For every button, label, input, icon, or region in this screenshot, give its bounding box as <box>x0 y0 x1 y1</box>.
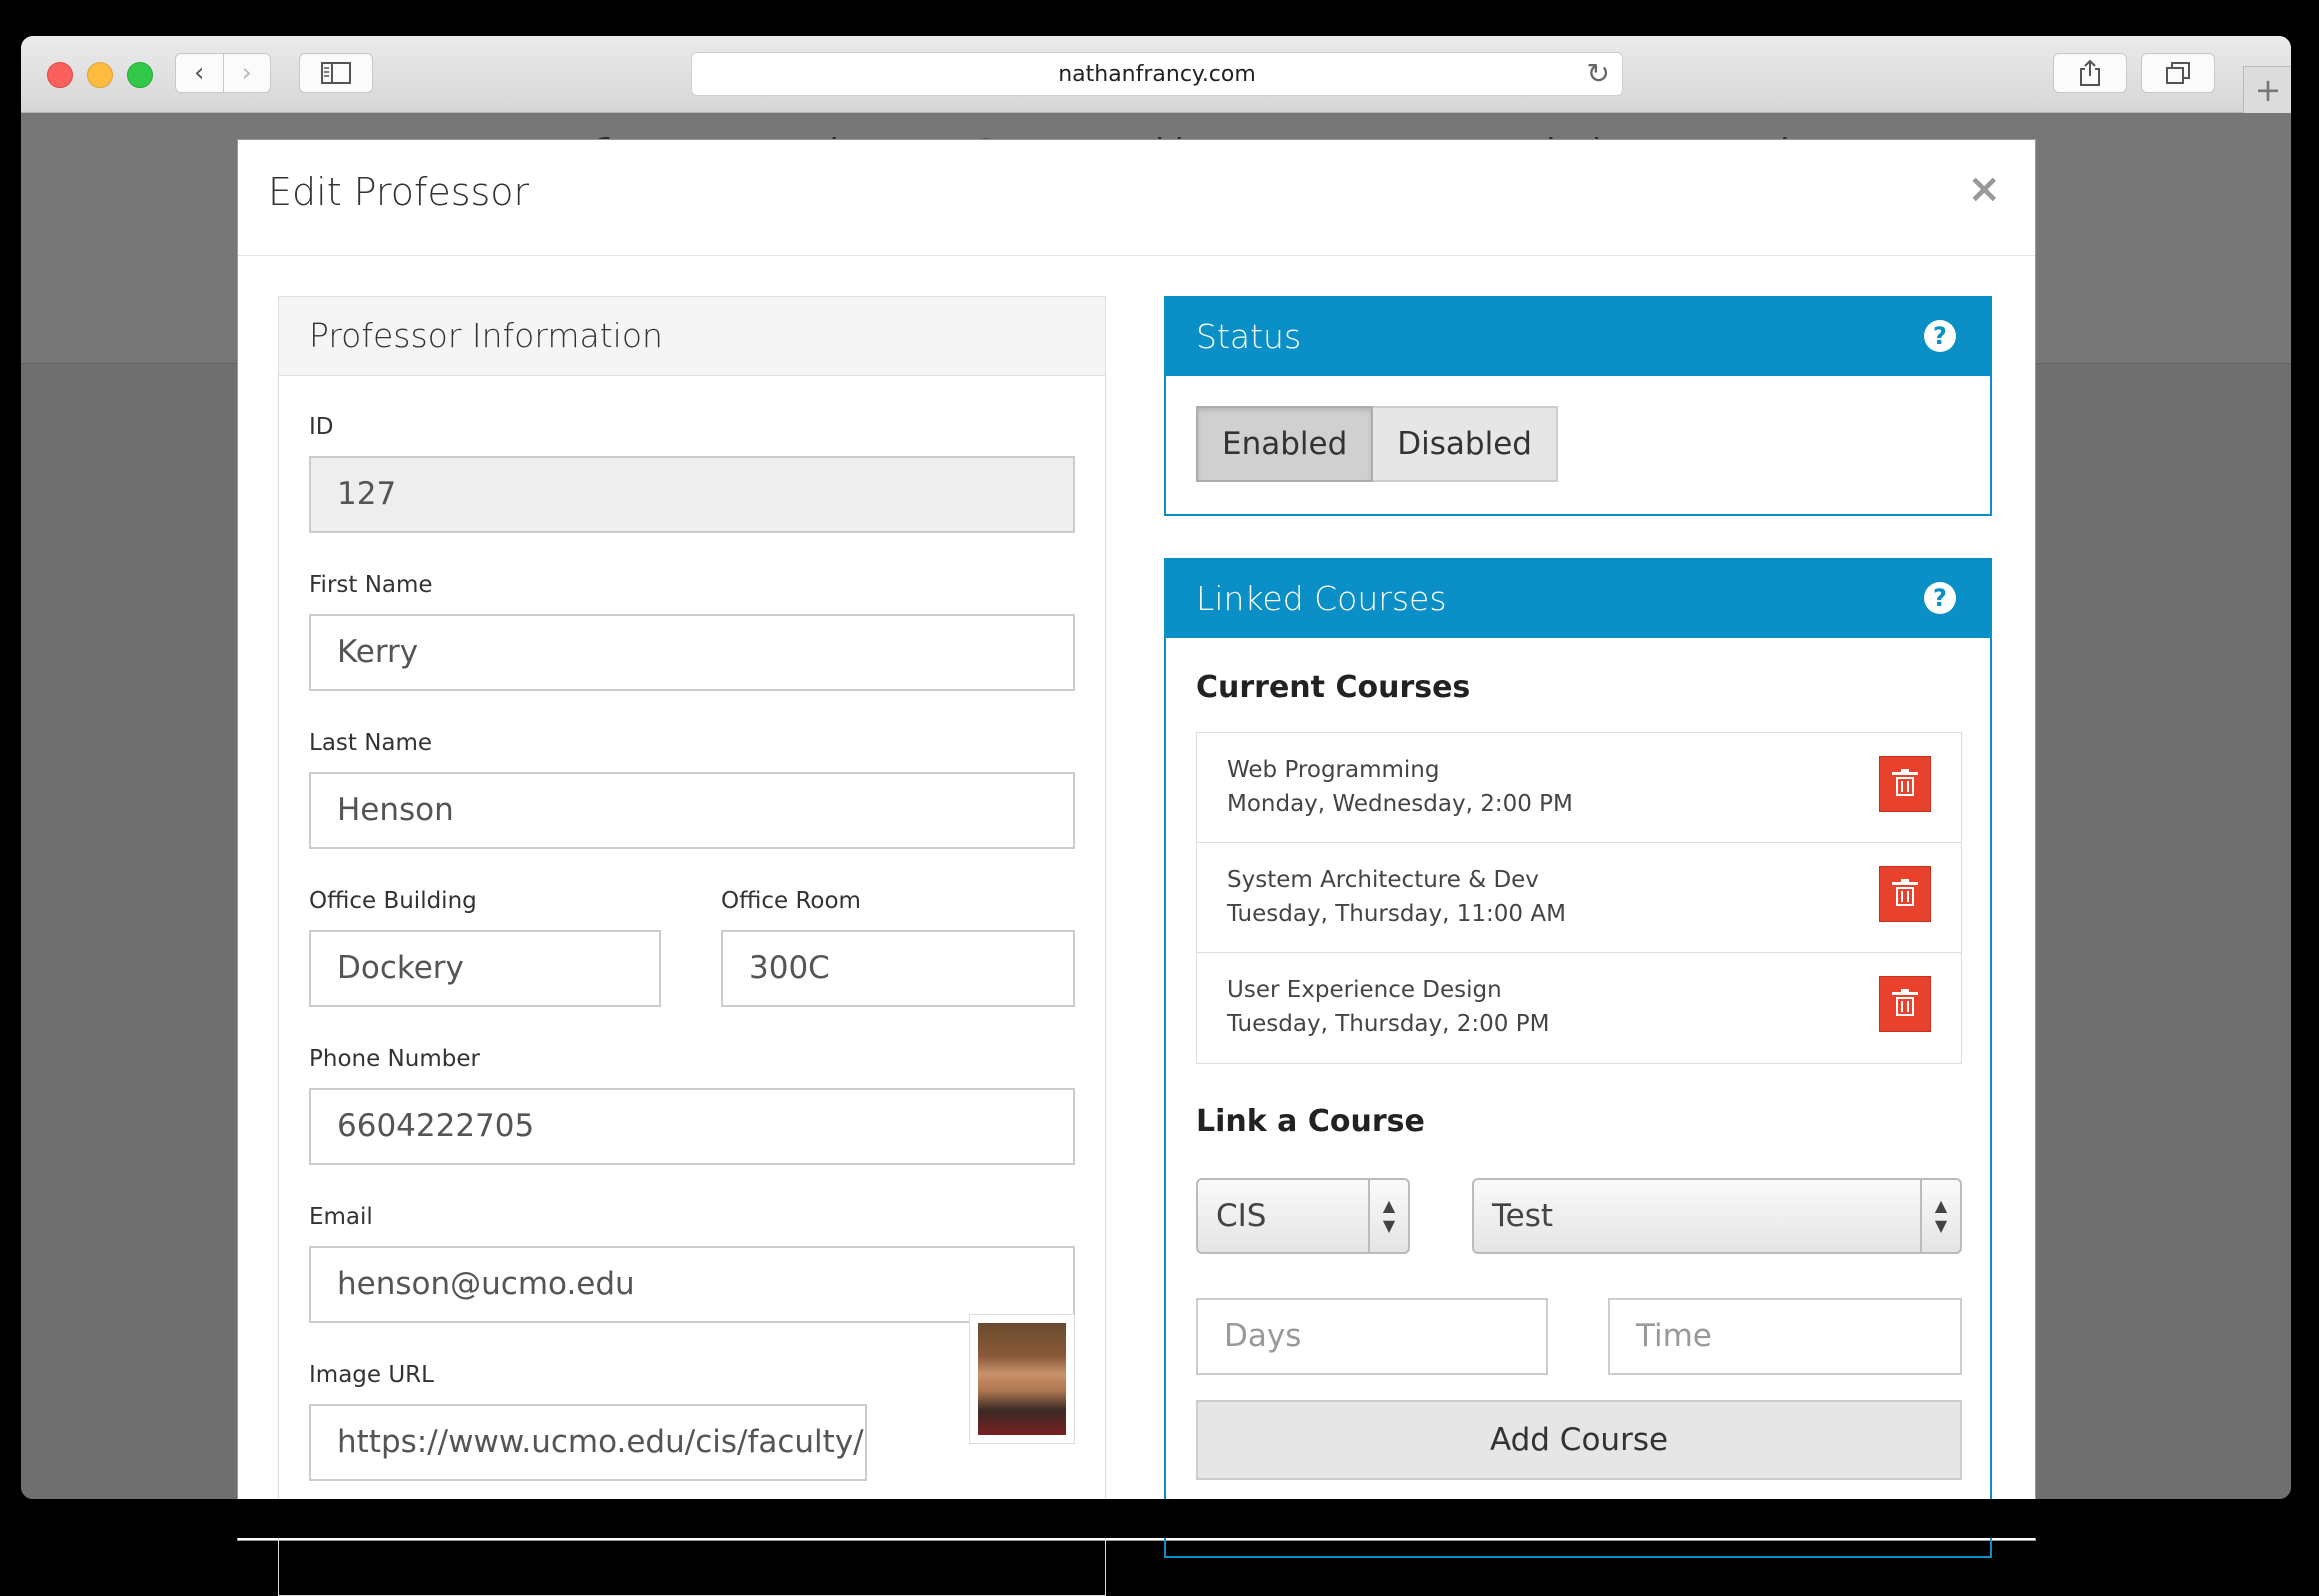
last-name-label: Last Name <box>309 730 433 756</box>
reload-icon[interactable]: ↻ <box>1587 57 1610 90</box>
professor-photo-image <box>978 1323 1066 1435</box>
new-tab-button[interactable]: + <box>2243 66 2291 113</box>
course-schedule: Tuesday, Thursday, 11:00 AM <box>1227 901 1566 927</box>
panel-heading: Professor Information <box>279 297 1105 376</box>
current-courses-list: Web Programming Monday, Wednesday, 2:00 … <box>1196 732 1962 1064</box>
course-name: Web Programming <box>1227 757 1440 783</box>
screen-edge <box>0 1499 2319 1538</box>
trash-icon <box>1892 769 1918 796</box>
share-icon <box>2080 59 2100 86</box>
department-select[interactable]: CIS ▲ ▼ <box>1196 1178 1410 1254</box>
enabled-button[interactable]: Enabled <box>1196 406 1374 482</box>
trash-icon <box>1892 879 1918 906</box>
sidebar-toggle-button[interactable] <box>299 53 373 93</box>
course-schedule: Monday, Wednesday, 2:00 PM <box>1227 791 1573 817</box>
list-item: Web Programming Monday, Wednesday, 2:00 … <box>1197 733 1961 843</box>
id-label: ID <box>309 414 334 440</box>
sidebar-icon <box>321 62 351 84</box>
course-select-value: Test <box>1492 1198 1554 1234</box>
show-tabs-button[interactable] <box>2141 53 2215 93</box>
first-name-label: First Name <box>309 572 433 598</box>
days-input[interactable]: Days <box>1196 1298 1548 1375</box>
delete-course-button[interactable] <box>1879 756 1931 812</box>
help-icon[interactable]: ? <box>1924 582 1956 614</box>
navigation-buttons: ‹ › <box>175 53 271 93</box>
department-select-value: CIS <box>1216 1198 1267 1234</box>
trash-icon <box>1892 989 1918 1016</box>
close-window-button[interactable] <box>47 62 73 88</box>
phone-number-field[interactable]: 6604222705 <box>309 1088 1075 1165</box>
linked-courses-heading-text: Linked Courses <box>1196 579 1447 618</box>
email-label: Email <box>309 1204 373 1230</box>
course-name: User Experience Design <box>1227 977 1502 1003</box>
id-field: 127 <box>309 456 1075 533</box>
list-item: System Architecture & Dev Tuesday, Thurs… <box>1197 843 1961 953</box>
tabs-icon <box>2166 62 2190 84</box>
email-field[interactable]: henson@ucmo.edu <box>309 1246 1075 1323</box>
close-icon[interactable]: × <box>1967 166 2001 212</box>
image-url-label: Image URL <box>309 1362 434 1388</box>
linked-courses-panel: Linked Courses ? Current Courses Web Pro… <box>1164 558 1992 1558</box>
modal-header: Edit Professor × <box>238 140 2035 256</box>
url-text: nathanfrancy.com <box>1058 61 1256 87</box>
select-arrows-icon: ▲ ▼ <box>1368 1180 1408 1252</box>
course-select[interactable]: Test ▲ ▼ <box>1472 1178 1962 1254</box>
course-name: System Architecture & Dev <box>1227 867 1539 893</box>
image-url-field[interactable]: https://www.ucmo.edu/cis/faculty/im <box>309 1404 867 1481</box>
link-course-title: Link a Course <box>1196 1104 1425 1139</box>
office-room-label: Office Room <box>721 888 861 914</box>
linked-courses-heading: Linked Courses ? <box>1166 560 1990 638</box>
office-building-label: Office Building <box>309 888 477 914</box>
list-item: User Experience Design Tuesday, Thursday… <box>1197 953 1961 1063</box>
forward-button[interactable]: › <box>224 58 271 88</box>
address-bar[interactable]: nathanfrancy.com ↻ <box>691 52 1623 96</box>
minimize-window-button[interactable] <box>87 62 113 88</box>
phone-number-label: Phone Number <box>309 1046 480 1072</box>
share-button[interactable] <box>2053 53 2127 93</box>
professor-photo <box>969 1314 1075 1444</box>
back-button[interactable]: ‹ <box>176 58 223 88</box>
zoom-window-button[interactable] <box>127 62 153 88</box>
last-name-field[interactable]: Henson <box>309 772 1075 849</box>
edit-professor-modal: Edit Professor × Professor Information I… <box>237 139 2036 1596</box>
delete-course-button[interactable] <box>1879 976 1931 1032</box>
status-heading: Status ? <box>1166 298 1990 376</box>
office-room-field[interactable]: 300C <box>721 930 1075 1007</box>
professor-information-panel: Professor Information ID 127 First Name … <box>278 296 1106 1596</box>
course-schedule: Tuesday, Thursday, 2:00 PM <box>1227 1011 1550 1037</box>
disabled-button[interactable]: Disabled <box>1373 406 1558 482</box>
time-input[interactable]: Time <box>1608 1298 1962 1375</box>
add-course-button[interactable]: Add Course <box>1196 1400 1962 1480</box>
office-building-field[interactable]: Dockery <box>309 930 661 1007</box>
first-name-field[interactable]: Kerry <box>309 614 1075 691</box>
modal-title: Edit Professor <box>268 170 530 214</box>
status-toggle-group: Enabled Disabled <box>1196 406 1558 482</box>
status-heading-text: Status <box>1196 317 1302 356</box>
status-panel: Status ? Enabled Disabled <box>1164 296 1992 516</box>
current-courses-title: Current Courses <box>1196 670 1471 705</box>
select-arrows-icon: ▲ ▼ <box>1920 1180 1960 1252</box>
help-icon[interactable]: ? <box>1924 320 1956 352</box>
delete-course-button[interactable] <box>1879 866 1931 922</box>
browser-toolbar: ‹ › nathanfrancy.com ↻ + <box>21 36 2291 113</box>
